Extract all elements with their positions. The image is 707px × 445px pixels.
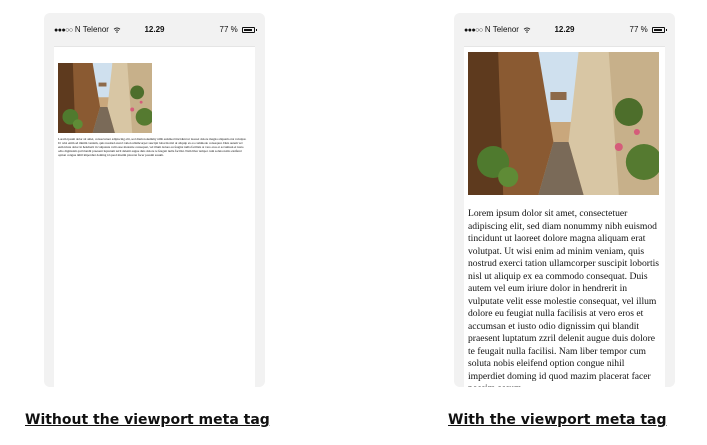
battery-percent: 77 % <box>629 25 648 34</box>
status-bar: ●●●○○ N Telenor 12.29 77 % <box>54 21 257 39</box>
status-bar: ●●●○○ N Telenor 12.29 77 % <box>464 21 667 39</box>
battery-group: 77 % <box>219 25 257 34</box>
browser-viewport[interactable]: Lorem ipsum dolor sit amet, consectetuer… <box>54 46 255 387</box>
battery-icon <box>242 26 257 33</box>
lorem-paragraph: Lorem ipsum dolor sit amet, consectetuer… <box>58 137 247 157</box>
phone-without-viewport: ●●●○○ N Telenor 12.29 77 % Lorem ipsum d… <box>44 13 265 387</box>
phone-with-viewport: ●●●○○ N Telenor 12.29 77 % Lorem ipsum d… <box>454 13 675 387</box>
street-photo <box>58 63 152 133</box>
caption-without-viewport: Without the viewport meta tag <box>25 412 270 428</box>
battery-icon <box>652 26 667 33</box>
lorem-paragraph: Lorem ipsum dolor sit amet, consectetuer… <box>468 208 660 387</box>
battery-group: 77 % <box>629 25 667 34</box>
browser-viewport[interactable]: Lorem ipsum dolor sit amet, consectetuer… <box>464 46 665 387</box>
caption-with-viewport: With the viewport meta tag <box>448 412 667 428</box>
battery-percent: 77 % <box>219 25 238 34</box>
street-photo <box>468 52 659 195</box>
